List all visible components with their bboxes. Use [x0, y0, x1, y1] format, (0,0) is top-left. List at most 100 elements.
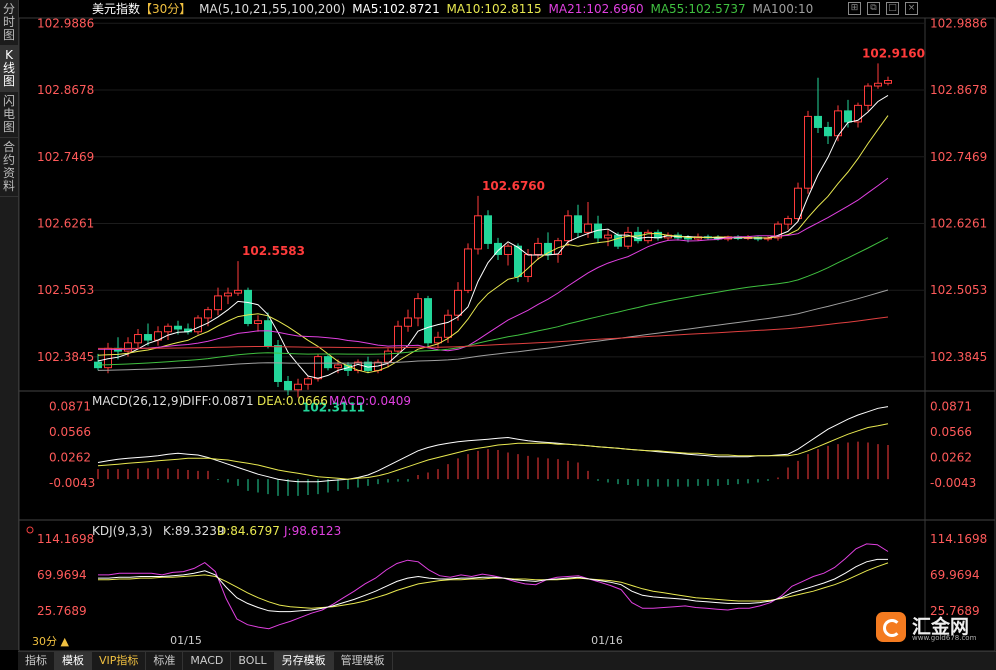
grid-icon[interactable]: ⊞	[848, 2, 861, 15]
candle-down	[824, 126, 832, 137]
candle-up	[304, 378, 312, 385]
price-axis-tick-left: 102.8678	[37, 83, 94, 97]
candle-down	[144, 334, 152, 341]
ma10-line	[97, 115, 889, 374]
logo-icon	[876, 612, 906, 642]
ma-params-label: MA(5,10,21,55,100,200)	[199, 2, 346, 16]
macd-axis-tick: 0.0262	[930, 450, 972, 464]
logo: 汇金网 www.gold678.com	[876, 612, 976, 642]
period-selector[interactable]: 30分 ▲	[18, 634, 92, 650]
symbol-name: 美元指数	[92, 2, 141, 16]
candle-down	[844, 110, 852, 123]
price-axis-tick: 102.9886	[930, 16, 987, 30]
candle-up	[474, 215, 482, 250]
candle-up	[204, 309, 212, 319]
kdj-j-line	[98, 543, 889, 630]
candle-up	[164, 325, 172, 333]
candle-up	[884, 80, 892, 84]
candle-up	[784, 218, 792, 225]
candle-down	[324, 356, 332, 369]
kdj-axis-tick-left: 25.7689	[37, 604, 87, 618]
macd-axis-tick-left: 0.0871	[49, 400, 91, 414]
candle-up	[294, 383, 302, 391]
candle-down	[514, 245, 522, 278]
ma21-line	[98, 177, 889, 352]
macd-diff-label: DIFF:0.0871	[182, 394, 254, 408]
macd-dea-line	[97, 423, 889, 480]
candle-down	[274, 345, 282, 382]
ma200-line	[98, 316, 889, 350]
macd-dea-label: DEA:0.0666	[257, 394, 328, 408]
tab-manage-templates[interactable]: 管理模板	[334, 652, 393, 670]
tab-macd[interactable]: MACD	[183, 652, 232, 670]
close-icon[interactable]: ×	[905, 2, 918, 15]
period-label: 【30分】	[140, 2, 192, 16]
candle-up	[124, 342, 132, 352]
candle-up	[194, 317, 202, 333]
kdj-axis-tick-left: 114.1698	[37, 532, 94, 546]
macd-diff-line	[97, 406, 889, 483]
candle-down	[684, 237, 692, 240]
tab-templates[interactable]: 模板	[55, 652, 92, 670]
candle-up	[534, 242, 542, 255]
candle-up	[564, 215, 572, 242]
macd-axis-tick-left: 0.0262	[49, 450, 91, 464]
tab-boll[interactable]: BOLL	[231, 652, 275, 670]
chart-canvas[interactable]: 102.9886 102.9886 102.8678 102.8678 102.7469…	[0, 0, 996, 669]
candle-down	[614, 234, 622, 247]
kdj-title: KDJ(9,3,3)	[92, 524, 153, 538]
price-axis-tick-left: 102.6261	[37, 216, 94, 230]
kdj-j-label: J:98.6123	[283, 524, 341, 538]
candle-up	[214, 295, 222, 311]
price-axis-tick: 102.6261	[930, 216, 987, 230]
candle-up	[854, 104, 862, 123]
date-label: 01/15	[170, 634, 202, 647]
ma5-line	[97, 94, 889, 379]
ma10-label: MA10:102.8115	[446, 2, 542, 16]
window-controls: ⊞ ⧉ □ ×	[848, 2, 918, 15]
tab-indicators[interactable]: 指标	[18, 652, 55, 670]
candle-down	[484, 215, 492, 244]
ma55-label: MA55:102.5737	[650, 2, 746, 16]
tab-save-template[interactable]: 另存模板	[274, 652, 334, 670]
price-axis-tick: 102.5053	[930, 283, 987, 297]
ma21-label: MA21:102.6960	[548, 2, 644, 16]
ma5-label: MA5:102.8721	[352, 2, 440, 16]
logo-url: www.gold678.com	[912, 634, 977, 642]
price-annotation-h3: 102.9160	[862, 46, 925, 60]
candle-up	[414, 298, 422, 319]
kdj-k-label: K:89.3239	[163, 524, 225, 538]
macd-title: MACD(26,12,9)	[92, 394, 183, 408]
candle-up	[254, 320, 262, 324]
macd-value-label: MACD:0.0409	[329, 394, 411, 408]
restore-icon[interactable]: ⧉	[867, 2, 880, 15]
price-axis-tick: 102.3845	[930, 350, 987, 364]
bottom-tab-bar: 指标 模板 VIP指标 标准 MACD BOLL 另存模板 管理模板	[18, 651, 996, 670]
price-axis-tick: 102.8678	[930, 83, 987, 97]
price-axis-tick-left: 102.5053	[37, 283, 94, 297]
candle-up	[444, 314, 452, 338]
kdj-settings-icon	[26, 526, 34, 534]
kdj-axis-tick-left: 69.9694	[37, 568, 87, 582]
kdj-k-line	[98, 558, 888, 613]
candle-up	[334, 364, 342, 369]
candle-down	[284, 380, 292, 391]
candle-up	[404, 317, 412, 327]
price-axis-tick-left: 102.3845	[37, 350, 94, 364]
macd-axis-tick: 0.0871	[930, 400, 972, 414]
tab-vip-indicators[interactable]: VIP指标	[92, 652, 147, 670]
tab-standard[interactable]: 标准	[146, 652, 184, 670]
candle-up	[794, 187, 802, 220]
candle-up	[224, 292, 232, 297]
price-axis-tick-left: 102.9886	[37, 16, 94, 30]
macd-axis-tick-left: 0.0566	[49, 425, 91, 439]
kdj-axis-tick: 69.9694	[930, 568, 980, 582]
ma100-label: MA100:10	[752, 2, 814, 16]
maximize-icon[interactable]: □	[886, 2, 899, 15]
candle-down	[574, 215, 582, 233]
candle-up	[874, 82, 882, 87]
price-axis-tick-left: 102.7469	[37, 150, 94, 164]
candle-up	[864, 85, 872, 106]
macd-axis-tick: -0.0043	[930, 476, 976, 490]
candle-down	[814, 115, 822, 128]
